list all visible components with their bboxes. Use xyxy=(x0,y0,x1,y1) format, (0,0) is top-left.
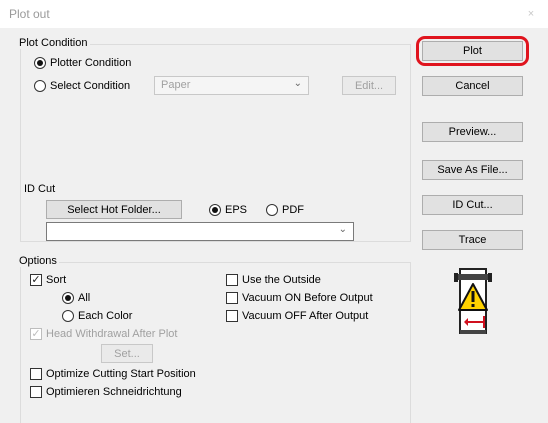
use-outside-label[interactable]: Use the Outside xyxy=(242,274,321,286)
vacuum-off-checkbox[interactable] xyxy=(226,310,238,322)
options-label: Options xyxy=(17,255,59,267)
each-color-radio[interactable] xyxy=(62,310,74,322)
plotter-warning-icon xyxy=(454,268,492,334)
optimize-cutting-checkbox[interactable] xyxy=(30,368,42,380)
vacuum-off-label[interactable]: Vacuum OFF After Output xyxy=(242,310,368,322)
set-button[interactable]: Set... xyxy=(101,344,153,363)
chevron-down-icon: ⌄ xyxy=(293,78,302,89)
select-hot-folder-button[interactable]: Select Hot Folder... xyxy=(46,200,182,219)
trace-button[interactable]: Trace xyxy=(422,230,523,250)
chevron-down-icon: ⌄ xyxy=(338,224,347,235)
optimize-cutting-label[interactable]: Optimize Cutting Start Position xyxy=(46,368,196,380)
optimieren-checkbox[interactable] xyxy=(30,386,42,398)
id-cut-button[interactable]: ID Cut... xyxy=(422,195,523,215)
condition-select[interactable]: Paper ⌄ xyxy=(154,76,309,95)
plot-condition-label: Plot Condition xyxy=(17,37,90,49)
options-group xyxy=(20,262,411,423)
head-withdrawal-label[interactable]: Head Withdrawal After Plot xyxy=(46,328,177,340)
plot-button[interactable]: Plot xyxy=(422,41,523,61)
all-radio[interactable] xyxy=(62,292,74,304)
hot-folder-select[interactable]: ⌄ xyxy=(46,222,354,241)
preview-button[interactable]: Preview... xyxy=(422,122,523,142)
window-title: Plot out xyxy=(9,7,50,21)
title-bar: Plot out × xyxy=(0,0,548,28)
use-outside-checkbox[interactable] xyxy=(226,274,238,286)
edit-button[interactable]: Edit... xyxy=(342,76,396,95)
pdf-label[interactable]: PDF xyxy=(282,204,304,216)
close-icon[interactable]: × xyxy=(522,5,540,23)
id-cut-label: ID Cut xyxy=(24,183,56,195)
vacuum-on-label[interactable]: Vacuum ON Before Output xyxy=(242,292,373,304)
head-withdrawal-checkbox[interactable]: ✓ xyxy=(30,328,42,340)
condition-select-value: Paper xyxy=(161,79,191,91)
save-as-file-button[interactable]: Save As File... xyxy=(422,160,523,180)
eps-radio[interactable] xyxy=(209,204,221,216)
eps-label[interactable]: EPS xyxy=(225,204,247,216)
each-color-label[interactable]: Each Color xyxy=(78,310,132,322)
sort-label[interactable]: Sort xyxy=(46,274,66,286)
optimieren-label[interactable]: Optimieren Schneidrichtung xyxy=(46,386,182,398)
all-label[interactable]: All xyxy=(78,292,90,304)
plot-out-dialog: Plot out × Plot Condition Plotter Condit… xyxy=(0,0,548,423)
select-condition-radio[interactable] xyxy=(34,80,46,92)
sort-checkbox[interactable]: ✓ xyxy=(30,274,42,286)
pdf-radio[interactable] xyxy=(266,204,278,216)
vacuum-on-checkbox[interactable] xyxy=(226,292,238,304)
select-condition-label[interactable]: Select Condition xyxy=(50,80,130,92)
plotter-condition-radio[interactable] xyxy=(34,57,46,69)
cancel-button[interactable]: Cancel xyxy=(422,76,523,96)
plotter-condition-label[interactable]: Plotter Condition xyxy=(50,57,131,69)
